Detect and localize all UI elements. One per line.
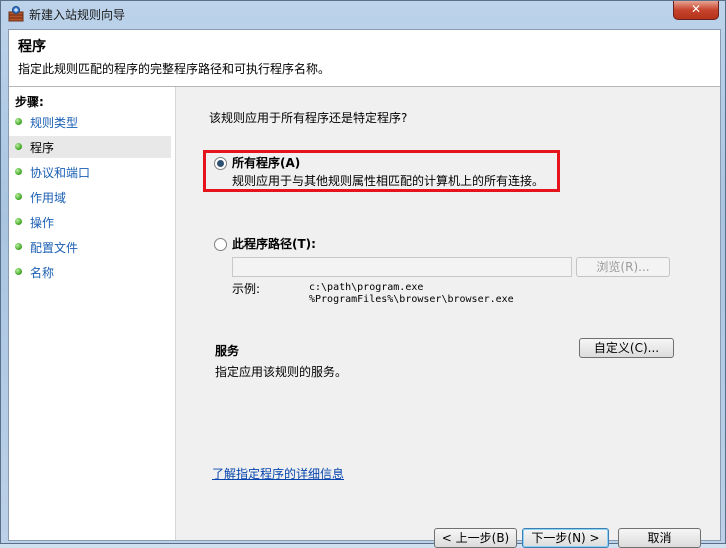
title-bar[interactable]: 新建入站规则向导 ✕ [1,1,725,29]
steps-panel: 步骤: 规则类型 程序 协议和端口 作用域 操作 配置文件 名称 [9,87,176,540]
step-label: 程序 [30,141,55,155]
green-bullet-icon [15,243,22,250]
step-action[interactable]: 操作 [9,211,171,233]
green-bullet-icon [15,193,22,200]
window-title: 新建入站规则向导 [29,8,126,22]
question-text: 该规则应用于所有程序还是特定程序? [209,111,408,125]
page-description: 指定此规则匹配的程序的完整程序路径和可执行程序名称。 [18,62,331,76]
browse-button[interactable]: 浏览(R)... [576,257,670,277]
close-button[interactable]: ✕ [673,1,719,20]
steps-title: 步骤: [15,95,44,109]
step-label: 协议和端口 [30,166,91,180]
all-programs-radio[interactable] [214,157,227,170]
step-label: 规则类型 [30,116,79,130]
next-button[interactable]: 下一步(N) > [522,528,609,548]
learn-more-link[interactable]: 了解指定程序的详细信息 [212,465,344,482]
back-button[interactable]: < 上一步(B) [434,528,517,548]
step-program[interactable]: 程序 [9,136,171,158]
step-profile[interactable]: 配置文件 [9,236,171,258]
step-name[interactable]: 名称 [9,261,171,283]
step-rule-type[interactable]: 规则类型 [9,111,171,133]
services-title: 服务 [215,344,240,358]
green-bullet-icon [15,268,22,275]
step-scope[interactable]: 作用域 [9,186,171,208]
step-label: 作用域 [30,191,67,205]
step-label: 配置文件 [30,241,79,255]
step-label: 名称 [30,266,55,280]
wizard-header: 程序 指定此规则匹配的程序的完整程序路径和可执行程序名称。 [9,30,720,87]
cancel-button[interactable]: 取消 [618,528,701,548]
program-path-input[interactable] [232,257,572,277]
firewall-icon [8,6,24,22]
example-line-1: c:\path\program.exe [309,282,424,293]
wizard-client: 程序 指定此规则匹配的程序的完整程序路径和可执行程序名称。 步骤: 规则类型 程… [8,29,721,548]
this-program-label[interactable]: 此程序路径(T): [232,235,316,252]
page-title: 程序 [18,39,46,55]
step-protocol-port[interactable]: 协议和端口 [9,161,171,183]
customize-button[interactable]: 自定义(C)... [579,338,674,358]
main-panel: 该规则应用于所有程序还是特定程序? 所有程序(A) 规则应用于与其他规则属性相匹… [176,87,720,548]
wizard-window: 新建入站规则向导 ✕ 程序 指定此规则匹配的程序的完整程序路径和可执行程序名称。… [0,0,726,548]
all-programs-description: 规则应用于与其他规则属性相匹配的计算机上的所有连接。 [232,174,545,188]
step-label: 操作 [30,216,55,230]
green-bullet-icon [15,168,22,175]
example-label: 示例: [232,282,261,296]
example-line-2: %ProgramFiles%\browser\browser.exe [309,294,514,305]
this-program-radio[interactable] [214,238,227,251]
services-description: 指定应用该规则的服务。 [215,365,348,379]
green-bullet-icon [15,118,22,125]
green-bullet-icon [15,143,22,150]
all-programs-label[interactable]: 所有程序(A) [232,154,300,171]
green-bullet-icon [15,218,22,225]
